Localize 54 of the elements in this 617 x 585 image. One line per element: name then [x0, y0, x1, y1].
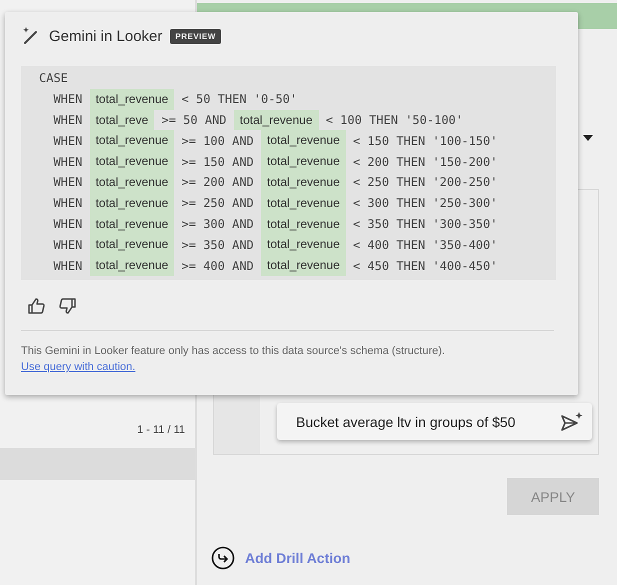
code-text: WHEN [52, 92, 84, 106]
field-chip[interactable]: total_revenue [90, 192, 174, 214]
code-text: WHEN [52, 112, 84, 127]
code-text: >= 250 AND [180, 196, 255, 210]
pagination-text: 1 - 11 / 11 [136, 424, 186, 438]
field-chip[interactable]: total_revenue [90, 88, 174, 110]
code-text: >= 100 AND [180, 134, 255, 148]
preview-badge: PREVIEW [170, 28, 221, 44]
field-chip[interactable]: total_revenue [261, 130, 346, 152]
field-chip[interactable]: total_revenue [90, 234, 174, 256]
code-text: < 450 THEN '400-450' [352, 258, 498, 273]
code-text: < 400 THEN '350-400' [352, 238, 498, 252]
code-text: < 350 THEN '300-350' [352, 216, 498, 231]
code-text: >= 350 AND [180, 238, 255, 252]
code-text: >= 150 AND [180, 154, 255, 169]
disclaimer-text: This Gemini in Looker feature only has access to this data source's schema (structure). Use query with caution. [21, 344, 446, 375]
code-text: < 300 THEN '250-300' [352, 196, 498, 210]
prompt-field[interactable]: Bucket average ltv in groups of $50 [277, 403, 592, 440]
field-chip[interactable]: total_revenue [90, 172, 174, 193]
popup-title: Gemini in Looker [49, 28, 162, 44]
field-chip[interactable]: total_revenue [261, 172, 346, 193]
code-text: WHEN [52, 175, 84, 190]
thumbs-up-icon[interactable] [27, 296, 47, 316]
code-text: >= 200 AND [180, 175, 255, 190]
field-chip[interactable]: total_revenue [261, 214, 346, 234]
code-text: >= 50 AND [160, 112, 228, 127]
code-text: < 50 THEN '0-50' [180, 92, 298, 106]
code-text: < 150 THEN '100-150' [352, 134, 498, 148]
code-text: >= 300 AND [180, 216, 255, 231]
field-chip[interactable]: total_revenue [90, 151, 174, 172]
thumbs-down-icon[interactable] [57, 296, 77, 316]
field-chip[interactable]: total_revenue [90, 130, 174, 152]
code-text: < 200 THEN '150-200' [352, 154, 498, 169]
code-text: < 100 THEN '50-100' [324, 112, 463, 127]
field-chip[interactable]: total_revenue [234, 110, 318, 130]
field-chip[interactable]: total_revenue [90, 214, 174, 234]
code-text: >= 400 AND [180, 258, 255, 273]
field-chip[interactable]: total_revenue [90, 255, 174, 276]
dropdown-caret-icon[interactable] [583, 135, 593, 141]
code-text: WHEN [52, 196, 84, 210]
code-text: CASE [39, 71, 68, 86]
field-chip[interactable]: total_revenue [261, 234, 346, 256]
field-chip[interactable]: total_reve [90, 110, 154, 130]
code-text: WHEN [52, 134, 84, 148]
send-sparkle-icon[interactable] [560, 410, 584, 432]
code-text: WHEN [52, 216, 84, 231]
field-chip[interactable]: total_revenue [261, 192, 346, 214]
field-chip[interactable]: total_revenue [261, 151, 346, 172]
code-text: < 250 THEN '200-250' [352, 175, 498, 190]
code-text: WHEN [52, 258, 84, 273]
code-text: WHEN [52, 154, 84, 169]
field-chip[interactable]: total_revenue [261, 255, 346, 276]
code-text: WHEN [52, 238, 84, 252]
caution-link[interactable]: Use query with caution. [21, 360, 136, 373]
